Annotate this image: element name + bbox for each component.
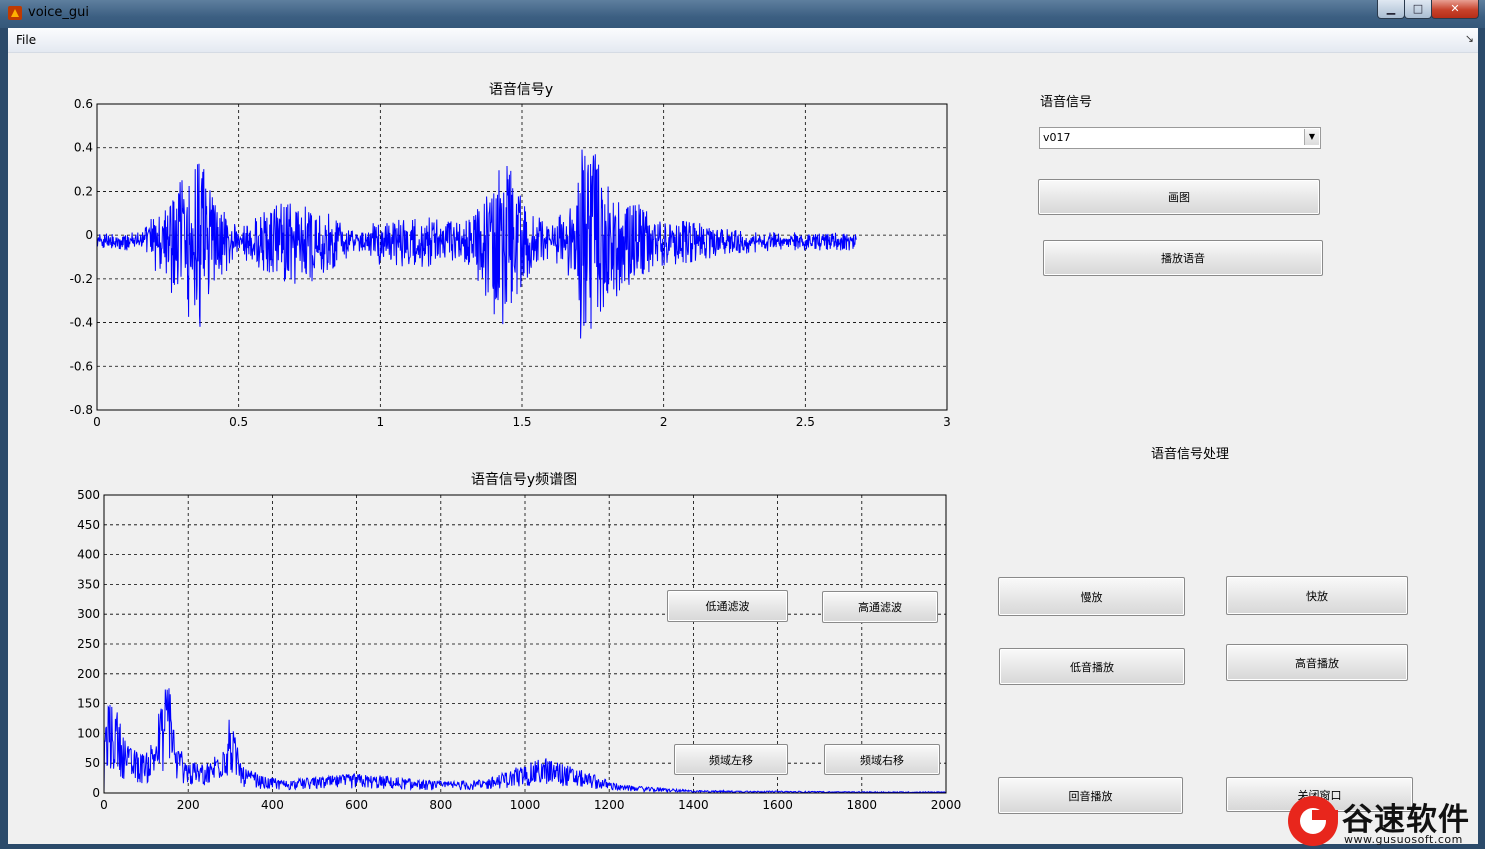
menu-bar: File ↘ [8,28,1478,53]
time-plot-ticks: 0 0.5 1 1.5 2 2.5 3 0.6 0.4 0.2 0 -0.2 -0.4 -0.6 -0.8 [70,97,951,429]
x-tick-label: 2.5 [796,415,815,429]
play-voice-button[interactable]: 播放语音 [1043,240,1323,276]
time-plot-grid [97,104,947,410]
dropdown-arrow-icon[interactable]: ▼ [1304,129,1319,145]
y-tick-label: 300 [77,607,100,621]
y-tick-label: -0.8 [70,403,93,417]
x-tick-label: 0 [100,798,108,812]
treble-play-button[interactable]: 高音播放 [1226,644,1408,681]
shift-left-button[interactable]: 频域左移 [674,744,788,775]
minimize-button[interactable]: ▁ [1377,0,1405,19]
maximize-button[interactable]: □ [1404,0,1432,19]
lowpass-filter-button[interactable]: 低通滤波 [667,590,788,622]
x-tick-label: 1200 [594,798,625,812]
figure-client-area: File ↘ 语音信号y 0 0.5 1 1.5 2 2.5 3 0.6 0.4 0.2 0 -0.2… [8,28,1478,844]
matlab-icon [8,6,22,20]
y-tick-label: 250 [77,637,100,651]
chevron-down-icon[interactable]: ↘ [1465,32,1474,45]
time-signal-plot: 语音信号y 0 0.5 1 1.5 2 2.5 3 0.6 0.4 0.2 0 -0.2 -0.4 -0.… [70,81,951,429]
x-tick-label: 1800 [847,798,878,812]
y-tick-label: 100 [77,726,100,740]
x-tick-label: 3 [943,415,951,429]
x-tick-label: 1 [377,415,385,429]
x-tick-label: 1600 [762,798,793,812]
signal-label: 语音信号 [1040,95,1093,110]
menu-file[interactable]: File [16,33,36,47]
x-tick-label: 600 [345,798,368,812]
y-tick-label: 150 [77,697,100,711]
window-title: voice_gui [28,5,90,20]
time-plot-signal-line [96,149,857,339]
title-bar[interactable]: voice_gui ▁ □ ✕ [0,0,1485,28]
x-tick-label: 1.5 [512,415,531,429]
y-tick-label: -0.2 [70,272,93,286]
x-tick-label: 0.5 [229,415,248,429]
x-tick-label: 2 [660,415,668,429]
y-tick-label: -0.6 [70,359,93,373]
y-tick-label: 0.2 [74,184,93,198]
x-tick-label: 200 [177,798,200,812]
echo-play-button[interactable]: 回音播放 [998,777,1183,814]
logo-mark-icon [1288,796,1338,846]
y-tick-label: 50 [85,756,100,770]
figure-content: 语音信号y 0 0.5 1 1.5 2 2.5 3 0.6 0.4 0.2 0 -0.2 -0.4 -0.… [8,53,1478,844]
y-tick-label: 200 [77,667,100,681]
fast-play-button[interactable]: 快放 [1226,576,1408,615]
y-tick-label: 350 [77,577,100,591]
y-tick-label: 0.4 [74,141,93,155]
highpass-filter-button[interactable]: 高通滤波 [822,591,938,623]
x-tick-label: 1400 [678,798,709,812]
shift-right-button[interactable]: 频域右移 [824,744,940,775]
y-tick-label: 0 [85,228,93,242]
bass-play-button[interactable]: 低音播放 [999,648,1185,685]
close-window-button[interactable]: ✕ [1431,0,1479,19]
slow-play-button[interactable]: 慢放 [998,577,1185,616]
watermark-logo: 谷速软件 www.gusuosoft.com [1288,790,1485,849]
y-tick-label: 400 [77,548,100,562]
signal-select-value: v017 [1043,131,1071,144]
x-tick-label: 2000 [931,798,962,812]
logo-url: www.gusuosoft.com [1344,833,1463,846]
y-tick-label: -0.4 [70,316,93,330]
spectrum-plot-title: 语音信号y频谱图 [471,471,577,488]
plot-button[interactable]: 画图 [1038,179,1320,215]
signal-select[interactable]: v017 ▼ [1039,127,1321,149]
processing-label: 语音信号处理 [1151,447,1230,462]
y-tick-label: 0 [92,786,100,800]
y-tick-label: 500 [77,488,100,502]
time-plot-title: 语音信号y [489,81,553,98]
y-tick-label: 450 [77,518,100,532]
x-tick-label: 400 [261,798,284,812]
y-tick-label: 0.6 [74,97,93,111]
x-tick-label: 1000 [510,798,541,812]
x-tick-label: 0 [93,415,101,429]
x-tick-label: 800 [429,798,452,812]
